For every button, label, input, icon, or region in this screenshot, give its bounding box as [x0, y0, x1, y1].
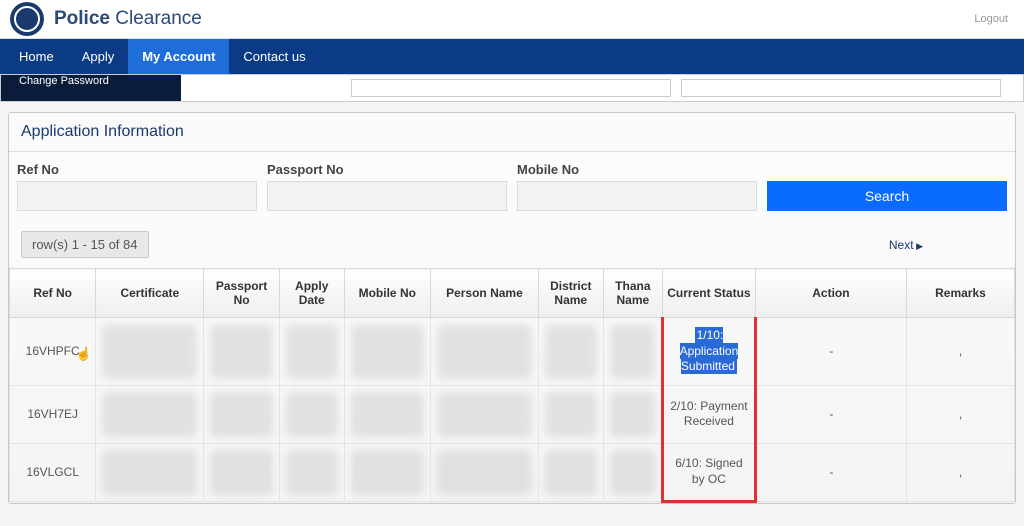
blurred-cell — [96, 385, 204, 443]
ref-link[interactable]: 16VH7EJ — [10, 385, 96, 443]
action-cell: - — [755, 443, 906, 501]
blurred-cell — [430, 385, 538, 443]
nav-apply[interactable]: Apply — [68, 39, 129, 74]
blurred-cell — [538, 385, 603, 443]
remarks-cell: , — [906, 318, 1014, 386]
refno-input[interactable] — [17, 181, 257, 211]
mobile-input[interactable] — [517, 181, 757, 211]
action-cell: - — [755, 385, 906, 443]
dropdown-2[interactable] — [681, 79, 1001, 97]
next-page-link[interactable]: Next — [889, 238, 1003, 252]
th-district[interactable]: District Name — [538, 269, 603, 318]
th-thana[interactable]: Thana Name — [603, 269, 662, 318]
change-password-button[interactable]: Change Password — [1, 75, 181, 101]
logout-link[interactable]: Logout — [974, 13, 1008, 25]
blurred-cell — [279, 443, 344, 501]
th-person[interactable]: Person Name — [430, 269, 538, 318]
th-cert[interactable]: Certificate — [96, 269, 204, 318]
brand-logo — [10, 2, 44, 36]
th-passport[interactable]: Passport No — [204, 269, 280, 318]
th-status[interactable]: Current Status — [663, 269, 756, 318]
status-cell: 1/10: Application Submitted — [663, 318, 756, 386]
table-header-row: Ref No Certificate Passport No Apply Dat… — [10, 269, 1015, 318]
blurred-cell — [96, 318, 204, 386]
brand-title: Police Clearance — [54, 8, 202, 30]
rows-indicator[interactable]: row(s) 1 - 15 of 84 — [21, 231, 149, 258]
table-row: 16VHPFC☝ 1/10: Application Submitted-, — [10, 318, 1015, 386]
search-row: Ref No Passport No Mobile No Search — [9, 152, 1015, 225]
main-nav: Home Apply My Account Contact us — [0, 39, 1024, 74]
th-ref[interactable]: Ref No — [10, 269, 96, 318]
blurred-cell — [603, 385, 662, 443]
blurred-cell — [344, 318, 430, 386]
mobile-label: Mobile No — [517, 162, 757, 177]
blurred-cell — [204, 443, 280, 501]
remarks-cell: , — [906, 385, 1014, 443]
ref-link[interactable]: 16VLGCL — [10, 443, 96, 501]
table-row: 16VH7EJ 2/10: Payment Received-, — [10, 385, 1015, 443]
nav-home[interactable]: Home — [5, 39, 68, 74]
th-remarks[interactable]: Remarks — [906, 269, 1014, 318]
status-cell: 2/10: Payment Received — [663, 385, 756, 443]
blurred-cell — [603, 318, 662, 386]
passport-input[interactable] — [267, 181, 507, 211]
blurred-cell — [430, 443, 538, 501]
ref-link[interactable]: 16VHPFC☝ — [10, 318, 96, 386]
application-info-panel: Application Information Ref No Passport … — [8, 112, 1016, 504]
blurred-cell — [538, 443, 603, 501]
action-cell: - — [755, 318, 906, 386]
blurred-cell — [538, 318, 603, 386]
blurred-cell — [344, 385, 430, 443]
blurred-cell — [603, 443, 662, 501]
blurred-cell — [204, 318, 280, 386]
pager-row: row(s) 1 - 15 of 84 Next — [9, 225, 1015, 268]
refno-label: Ref No — [17, 162, 257, 177]
dropdown-1[interactable] — [351, 79, 671, 97]
nav-contact[interactable]: Contact us — [229, 39, 319, 74]
blurred-cell — [430, 318, 538, 386]
header-bar: Police Clearance Logout — [0, 0, 1024, 39]
applications-table: Ref No Certificate Passport No Apply Dat… — [9, 268, 1015, 503]
panel-title: Application Information — [9, 113, 1015, 152]
sub-row: Change Password — [0, 74, 1024, 102]
remarks-cell: , — [906, 443, 1014, 501]
status-cell: 6/10: Signed by OC — [663, 443, 756, 501]
blurred-cell — [344, 443, 430, 501]
blurred-cell — [204, 385, 280, 443]
th-mobile[interactable]: Mobile No — [344, 269, 430, 318]
blurred-cell — [279, 385, 344, 443]
th-action[interactable]: Action — [755, 269, 906, 318]
cursor-icon: ☝ — [76, 346, 92, 362]
nav-my-account[interactable]: My Account — [128, 39, 229, 74]
blurred-cell — [279, 318, 344, 386]
blurred-cell — [96, 443, 204, 501]
search-button[interactable]: Search — [767, 181, 1007, 211]
table-row: 16VLGCL 6/10: Signed by OC-, — [10, 443, 1015, 501]
th-apply[interactable]: Apply Date — [279, 269, 344, 318]
passport-label: Passport No — [267, 162, 507, 177]
